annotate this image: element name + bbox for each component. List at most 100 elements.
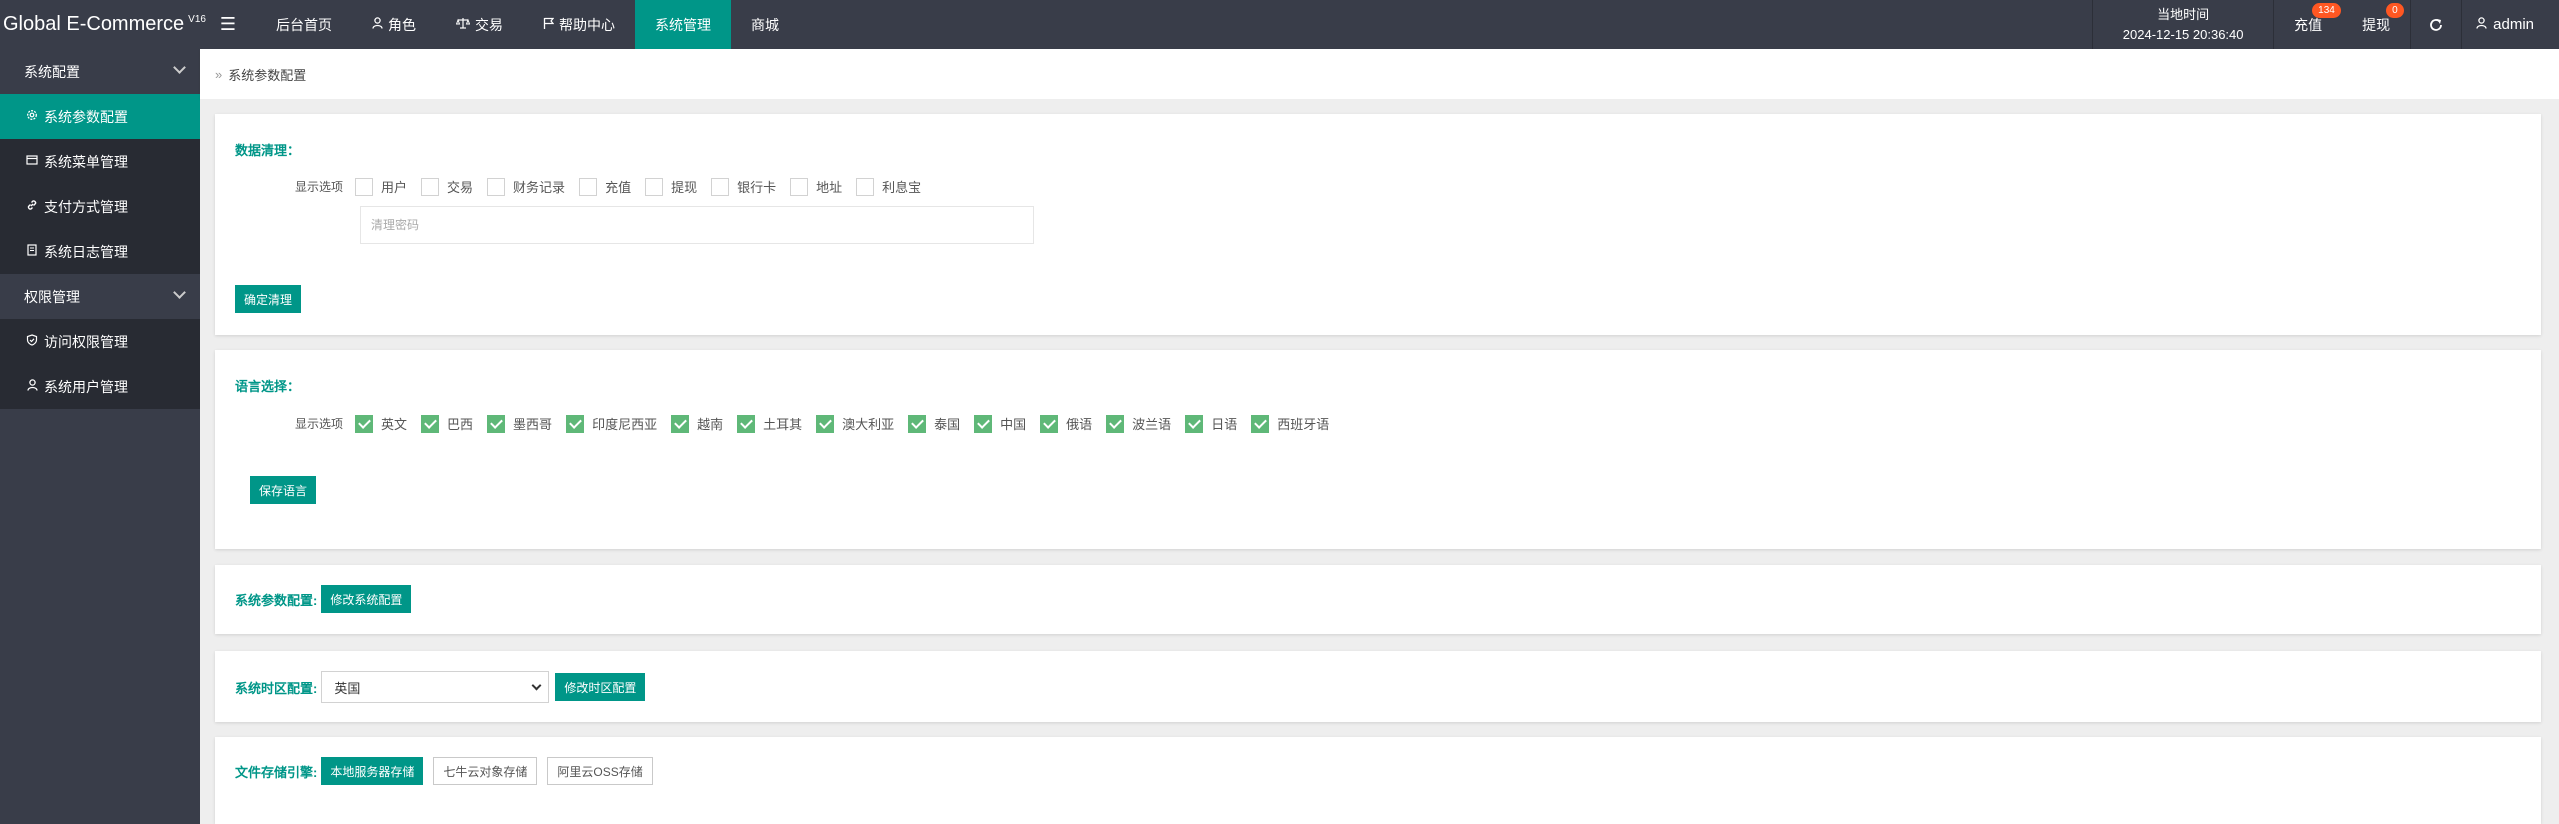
recharge-link[interactable]: 充值 134: [2274, 0, 2342, 49]
cleanup-option-bankcard[interactable]: 银行卡: [711, 177, 776, 196]
main-content: 数据清理： 显示选项 用户 交易 财务记录 充值 提现 银行卡 地址 利息宝 确…: [200, 99, 2559, 824]
nav-item-dashboard[interactable]: 后台首页: [256, 0, 352, 49]
row-label: 显示选项: [295, 180, 344, 194]
sidebar-item-access[interactable]: 访问权限管理: [0, 319, 200, 364]
withdraw-link[interactable]: 提现 0: [2342, 0, 2410, 49]
nav-item-role[interactable]: 角色: [352, 0, 436, 49]
edit-system-config-button[interactable]: 修改系统配置: [321, 585, 412, 613]
system-params-card: 系统参数配置: 修改系统配置: [215, 565, 2541, 634]
option-label: 财务记录: [513, 180, 566, 195]
lang-option-australia[interactable]: 澳大利亚: [816, 414, 894, 433]
checkbox-checked[interactable]: [1251, 414, 1270, 433]
checkbox[interactable]: [856, 177, 875, 196]
lang-option-vietnam[interactable]: 越南: [671, 414, 723, 433]
checkbox-checked[interactable]: [974, 414, 993, 433]
nav-item-help[interactable]: 帮助中心: [523, 0, 635, 49]
checkbox-checked[interactable]: [737, 414, 756, 433]
checkbox-checked[interactable]: [816, 414, 835, 433]
lang-option-english[interactable]: 英文: [355, 414, 407, 433]
sidebar-group-system-config[interactable]: 系统配置: [0, 49, 200, 94]
option-label: 日语: [1211, 417, 1238, 432]
cleanup-option-users[interactable]: 用户: [355, 177, 407, 196]
storage-aliyun-button[interactable]: 阿里云OSS存储: [547, 757, 653, 785]
lang-option-spanish[interactable]: 西班牙语: [1251, 414, 1329, 433]
cleanup-options-row: 显示选项 用户 交易 财务记录 充值 提现 银行卡 地址 利息宝: [295, 177, 935, 196]
checkbox[interactable]: [579, 177, 598, 196]
cleanup-option-withdraw[interactable]: 提现: [645, 177, 697, 196]
cleanup-option-recharge[interactable]: 充值: [579, 177, 631, 196]
system-params-label: 系统参数配置:: [235, 592, 318, 608]
sidebar-item-payment[interactable]: 支付方式管理: [0, 184, 200, 229]
lang-option-japanese[interactable]: 日语: [1185, 414, 1237, 433]
cleanup-password-input[interactable]: [360, 206, 1034, 244]
nav-item-trade[interactable]: 交易: [436, 0, 523, 49]
checkbox[interactable]: [355, 177, 374, 196]
nav-label: 后台首页: [276, 16, 332, 33]
lang-option-indonesia[interactable]: 印度尼西亚: [566, 414, 657, 433]
option-label: 西班牙语: [1277, 417, 1330, 432]
option-label: 波兰语: [1132, 417, 1172, 432]
cleanup-option-trades[interactable]: 交易: [421, 177, 473, 196]
cleanup-option-finance[interactable]: 财务记录: [487, 177, 565, 196]
row-label: 显示选项: [295, 417, 344, 431]
checkbox-checked[interactable]: [671, 414, 690, 433]
checkbox-checked[interactable]: [421, 414, 440, 433]
save-language-button[interactable]: 保存语言: [250, 476, 317, 504]
sidebar-item-logs[interactable]: 系统日志管理: [0, 229, 200, 274]
timezone-select[interactable]: 英国: [321, 671, 550, 703]
timezone-selected: 英国: [334, 680, 361, 696]
brand-name: Global E-Commerce: [3, 13, 185, 35]
checkbox-checked[interactable]: [355, 414, 374, 433]
sidebar-item-label: 支付方式管理: [44, 198, 128, 215]
option-label: 充值: [605, 180, 632, 195]
nav-item-system[interactable]: 系统管理: [635, 0, 731, 49]
checkbox-checked[interactable]: [1185, 414, 1204, 433]
sidebar-group-permissions[interactable]: 权限管理: [0, 274, 200, 319]
checkbox[interactable]: [711, 177, 730, 196]
option-label: 银行卡: [737, 180, 777, 195]
shield-icon: [25, 334, 39, 349]
refresh-icon[interactable]: [2411, 0, 2461, 49]
option-label: 巴西: [447, 417, 474, 432]
top-nav: ☰ 后台首页 角色 交易 帮助中心 系统管理 商城: [200, 0, 799, 49]
nav-item-mall[interactable]: 商城: [731, 0, 799, 49]
window-icon: [25, 154, 39, 169]
sidebar-item-users[interactable]: 系统用户管理: [0, 364, 200, 409]
lang-option-mexico[interactable]: 墨西哥: [487, 414, 552, 433]
option-label: 用户: [381, 180, 408, 195]
clock-label: 当地时间: [2157, 6, 2210, 22]
checkbox-checked[interactable]: [1040, 414, 1059, 433]
nav-label: 角色: [388, 16, 416, 33]
lang-option-russian[interactable]: 俄语: [1040, 414, 1092, 433]
edit-timezone-button[interactable]: 修改时区配置: [555, 673, 646, 701]
user-menu[interactable]: admin: [2462, 0, 2559, 49]
lang-option-thailand[interactable]: 泰国: [908, 414, 960, 433]
storage-local-button[interactable]: 本地服务器存储: [321, 757, 424, 785]
cleanup-option-address[interactable]: 地址: [790, 177, 842, 196]
breadcrumb-current[interactable]: 系统参数配置: [228, 65, 306, 84]
lang-option-china[interactable]: 中国: [974, 414, 1026, 433]
lang-option-turkey[interactable]: 土耳其: [737, 414, 802, 433]
storage-qiniu-button[interactable]: 七牛云对象存储: [433, 757, 538, 785]
confirm-cleanup-button[interactable]: 确定清理: [235, 285, 302, 313]
checkbox[interactable]: [487, 177, 506, 196]
checkbox[interactable]: [790, 177, 809, 196]
checkbox[interactable]: [645, 177, 664, 196]
lang-option-brazil[interactable]: 巴西: [421, 414, 473, 433]
checkbox-checked[interactable]: [487, 414, 506, 433]
checkbox-checked[interactable]: [1106, 414, 1125, 433]
local-time: 当地时间 2024-12-15 20:36:40: [2093, 0, 2273, 49]
sidebar-item-system-params[interactable]: 系统参数配置: [0, 94, 200, 139]
menu-toggle-icon[interactable]: ☰: [200, 0, 256, 49]
checkbox-checked[interactable]: [566, 414, 585, 433]
brand-logo[interactable]: Global E-Commerce V16: [0, 0, 206, 49]
lang-option-polish[interactable]: 波兰语: [1106, 414, 1171, 433]
cleanup-option-interest[interactable]: 利息宝: [856, 177, 921, 196]
storage-label: 文件存储引擎:: [235, 764, 318, 780]
sidebar-item-menu-manage[interactable]: 系统菜单管理: [0, 139, 200, 184]
checkbox-checked[interactable]: [908, 414, 927, 433]
nav-label: 系统管理: [655, 16, 711, 33]
sidebar-item-label: 系统日志管理: [44, 243, 128, 260]
version-label: V16: [188, 14, 206, 25]
checkbox[interactable]: [421, 177, 440, 196]
